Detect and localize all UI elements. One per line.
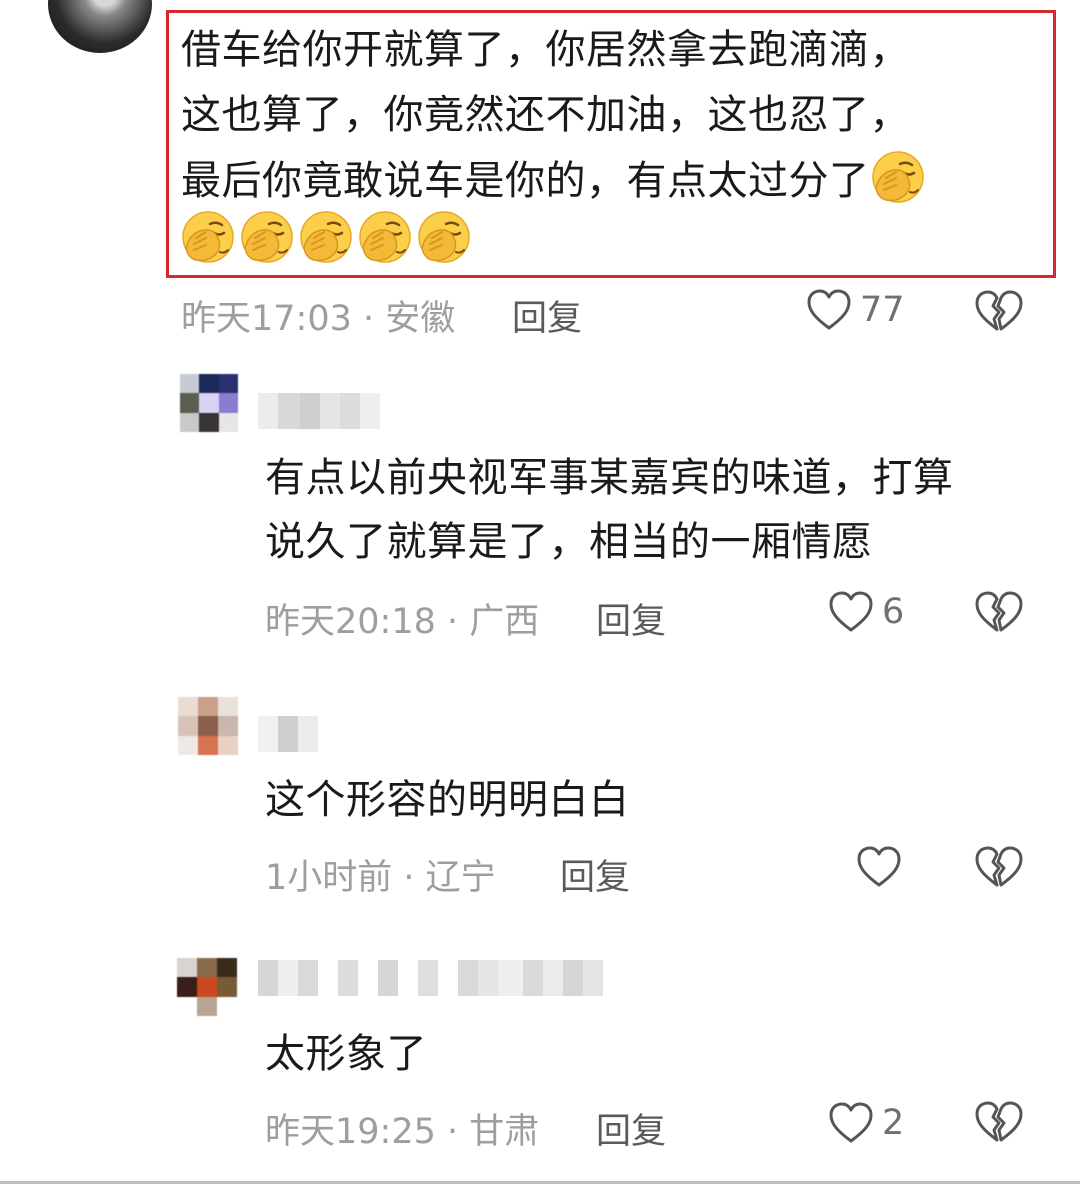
like-button[interactable]: 2: [828, 1101, 904, 1145]
comment-line: 有点以前央视军事某嘉宾的味道，打算: [265, 455, 954, 501]
broken-heart-icon: [975, 846, 1023, 887]
heart-icon: [829, 591, 873, 632]
like-count: 2: [882, 1103, 905, 1143]
facepalm-emoji: [358, 210, 412, 264]
dislike-button[interactable]: [974, 1100, 1024, 1144]
emoji-row: [180, 208, 475, 264]
comment-time-location: 1小时前 · 辽宁: [265, 858, 496, 898]
facepalm-emoji: [417, 210, 471, 264]
reply-text: 太形象了: [265, 1022, 427, 1086]
bottom-divider: [0, 1181, 1080, 1184]
comment-time-location: 昨天20:18 · 广西: [265, 602, 540, 642]
username-blurred[interactable]: [258, 716, 318, 752]
avatar[interactable]: [180, 374, 238, 432]
main-comment-text: 借车给你开就算了，你居然拿去跑滴滴， 这也算了，你竟然还不加油，这也忍了， 最后…: [181, 18, 1051, 214]
like-button[interactable]: [856, 845, 910, 889]
facepalm-emoji: [240, 210, 294, 264]
reply-button[interactable]: 回复: [596, 593, 666, 644]
comment-line: 这也算了，你竟然还不加油，这也忍了，: [181, 92, 910, 138]
comment-line: 借车给你开就算了，你居然拿去跑滴滴，: [181, 27, 910, 73]
comment-time-location: 昨天19:25 · 甘肃: [265, 1112, 540, 1152]
reply-button[interactable]: 回复: [560, 849, 630, 900]
facepalm-emoji: [299, 210, 353, 264]
dislike-button[interactable]: [974, 590, 1024, 634]
heart-icon: [829, 1102, 873, 1143]
avatar[interactable]: [177, 958, 237, 1016]
like-count: 77: [860, 290, 905, 330]
like-button[interactable]: 6: [828, 590, 904, 634]
dislike-button[interactable]: [974, 845, 1024, 889]
broken-heart-icon: [975, 290, 1023, 331]
reply-button[interactable]: 回复: [512, 290, 582, 341]
heart-icon: [857, 846, 901, 887]
like-count: 6: [882, 592, 905, 632]
comment-line: 太形象了: [265, 1031, 427, 1077]
comment-line: 最后你竟敢说车是你的，有点太过分了: [181, 148, 1051, 214]
reply-button[interactable]: 回复: [596, 1103, 666, 1154]
comment-time-location: 昨天17:03 · 安徽: [181, 299, 456, 339]
reply-text: 这个形容的明明白白: [265, 768, 630, 832]
username-blurred[interactable]: [258, 393, 380, 429]
dislike-button[interactable]: [974, 289, 1024, 333]
like-button[interactable]: 77: [806, 288, 905, 332]
user-avatar[interactable]: [48, 0, 152, 53]
comment-line: 这个形容的明明白白: [265, 777, 630, 823]
facepalm-emoji: [181, 210, 235, 264]
comment-line: 说久了就算是了，相当的一厢情愿: [265, 519, 873, 565]
broken-heart-icon: [975, 591, 1023, 632]
reply-text: 有点以前央视军事某嘉宾的味道，打算 说久了就算是了，相当的一厢情愿: [265, 446, 954, 574]
heart-icon: [807, 289, 851, 330]
username-blurred[interactable]: [258, 960, 603, 996]
broken-heart-icon: [975, 1101, 1023, 1142]
facepalm-emoji: [871, 150, 924, 204]
avatar[interactable]: [178, 697, 238, 755]
